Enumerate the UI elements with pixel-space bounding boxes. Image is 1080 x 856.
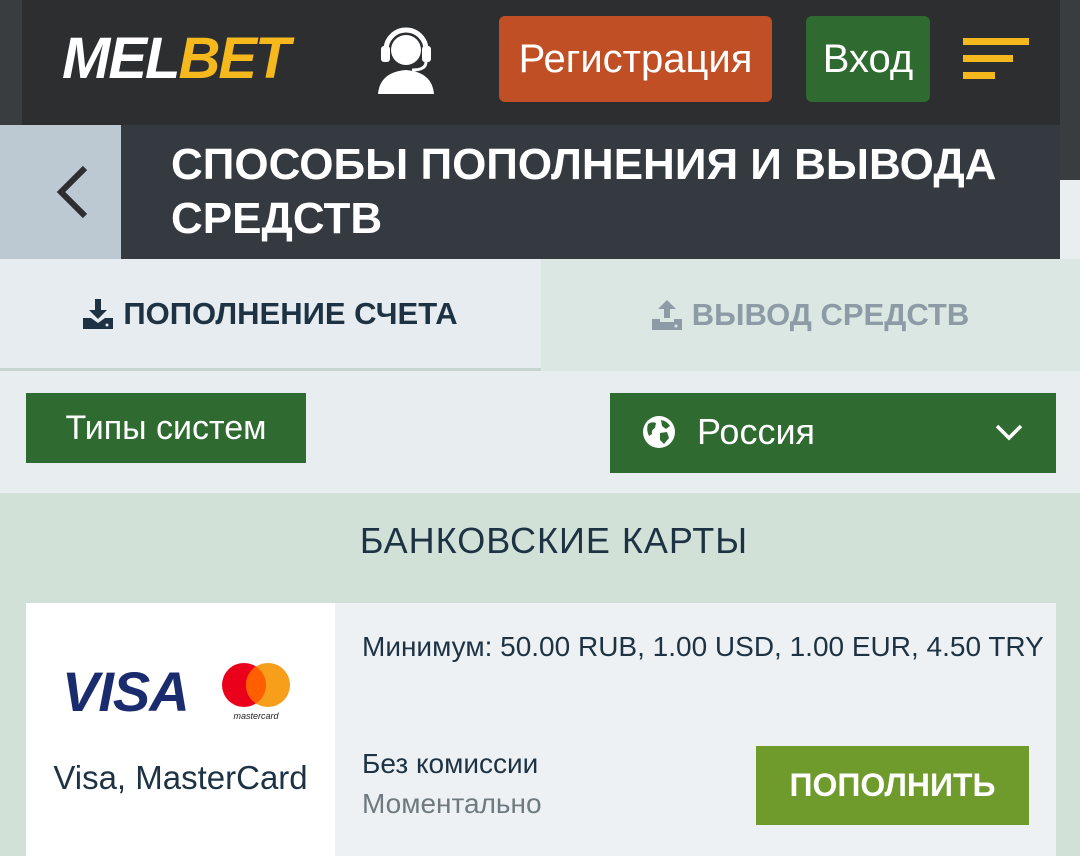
country-label: Россия — [697, 411, 816, 452]
minimum-amount: Минимум: 50.00 RUB, 1.00 USD, 1.00 EUR, … — [362, 631, 1044, 662]
logo-text-mel: MEL — [62, 26, 180, 91]
page-title: СПОСОБЫ ПОПОЛНЕНИЯ И ВЫВОДА СРЕДСТВ — [171, 140, 997, 243]
section-title: БАНКОВСКИЕ КАРТЫ — [359, 520, 749, 561]
title-side-strip — [0, 125, 22, 259]
logo-text-bet: BET — [178, 26, 290, 91]
deposit-button[interactable]: ПОПОЛНИТЬ — [756, 746, 1029, 825]
tab-withdraw-label: ВЫВОД СРЕДСТВ — [691, 297, 970, 332]
download-icon — [83, 298, 114, 329]
upload-icon — [651, 300, 682, 330]
back-button[interactable] — [22, 125, 121, 259]
chevron-down-icon — [995, 424, 1023, 441]
register-button[interactable]: Регистрация — [499, 16, 772, 102]
speed-info: Моментально — [362, 788, 542, 819]
mastercard-logo: mastercard — [222, 663, 290, 721]
tab-withdraw[interactable]: ВЫВОД СРЕДСТВ — [541, 259, 1080, 371]
country-select[interactable]: Россия — [610, 393, 1056, 473]
support-headset-icon[interactable] — [374, 24, 438, 96]
melbet-logo[interactable]: MELBET — [62, 26, 290, 91]
login-button[interactable]: Вход — [806, 16, 930, 102]
title-side-strip-right — [1060, 125, 1080, 180]
method-info: Минимум: 50.00 RUB, 1.00 USD, 1.00 EUR, … — [335, 603, 1056, 856]
menu-icon[interactable] — [963, 38, 1029, 80]
fee-info: Без комиссии — [362, 748, 539, 779]
system-types-button[interactable]: Типы систем — [26, 393, 306, 463]
svg-text:mastercard: mastercard — [233, 711, 279, 721]
method-logo-box: VISA mastercard Visa, MasterCard — [26, 603, 335, 856]
method-name: Visa, MasterCard — [53, 759, 308, 796]
globe-icon — [643, 416, 675, 448]
tab-deposit[interactable]: ПОПОЛНЕНИЕ СЧЕТА — [0, 259, 541, 371]
visa-logo: VISA — [62, 660, 190, 723]
chevron-left-icon — [56, 165, 87, 219]
tab-deposit-label: ПОПОЛНЕНИЕ СЧЕТА — [123, 295, 458, 331]
